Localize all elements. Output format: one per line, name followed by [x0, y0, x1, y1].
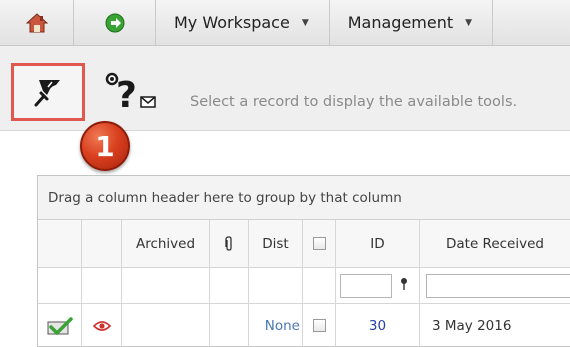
- column-header-id[interactable]: ID: [336, 220, 420, 267]
- dist-cell: None: [249, 304, 303, 347]
- menu-management[interactable]: Management ▼: [330, 0, 494, 45]
- tool-button-highlighted[interactable]: [11, 63, 85, 121]
- help-button[interactable]: ?: [103, 72, 159, 116]
- column-header-attachment[interactable]: [210, 220, 249, 267]
- top-nav-bar: My Workspace ▼ Management ▼: [0, 0, 570, 46]
- row-select-checkbox[interactable]: [312, 319, 326, 332]
- pin-tool-icon: [34, 80, 60, 107]
- chevron-down-icon: ▼: [301, 17, 309, 28]
- filter-pin-icon[interactable]: [400, 278, 408, 293]
- menu-label: My Workspace: [174, 13, 290, 32]
- filter-cell: [249, 268, 303, 303]
- column-header-status[interactable]: [38, 220, 82, 267]
- column-header-select[interactable]: [303, 220, 336, 267]
- paperclip-icon: [225, 235, 232, 251]
- view-cell: [82, 304, 122, 347]
- attachment-cell: [210, 304, 249, 347]
- table-row[interactable]: None 30 3 May 2016: [38, 304, 570, 347]
- group-by-panel[interactable]: Drag a column header here to group by th…: [38, 176, 570, 220]
- date-filter-input[interactable]: [426, 273, 570, 298]
- green-arrow-icon: [105, 13, 124, 32]
- go-button[interactable]: [74, 0, 156, 45]
- help-question-icon: ?: [105, 72, 156, 116]
- menu-my-workspace[interactable]: My Workspace ▼: [156, 0, 330, 45]
- home-icon: [25, 12, 48, 32]
- select-cell: [303, 304, 336, 347]
- column-header-archived[interactable]: Archived: [122, 220, 210, 267]
- chevron-down-icon: ▼: [465, 17, 473, 28]
- eye-icon[interactable]: [92, 320, 111, 332]
- id-cell: 30: [336, 304, 420, 347]
- column-header-dist[interactable]: Dist: [249, 220, 303, 267]
- toolbar: ? Select a record to display the availab…: [0, 46, 570, 131]
- filter-cell: [122, 268, 210, 303]
- archived-cell: [122, 304, 210, 347]
- filter-cell: [82, 268, 122, 303]
- grid-header-row: Archived Dist ID Date Received: [38, 220, 570, 268]
- column-header-view[interactable]: [82, 220, 122, 267]
- dist-link[interactable]: None: [265, 318, 300, 334]
- records-grid: Drag a column header here to group by th…: [37, 175, 570, 347]
- toolbar-message: Select a record to display the available…: [190, 94, 518, 110]
- column-header-date-received[interactable]: Date Received: [420, 220, 570, 267]
- approved-check-icon[interactable]: [47, 316, 73, 335]
- date-received-cell: 3 May 2016: [432, 317, 512, 334]
- filter-cell-date: [420, 268, 570, 303]
- filter-cell: [210, 268, 249, 303]
- id-filter-input[interactable]: [340, 273, 392, 298]
- filter-cell: [303, 268, 336, 303]
- svg-text:?: ?: [116, 75, 137, 112]
- nav-filler: [493, 0, 570, 45]
- status-cell: [38, 304, 82, 347]
- step-number-badge: 1: [80, 121, 130, 171]
- select-all-checkbox[interactable]: [312, 237, 326, 250]
- filter-cell-id: [336, 268, 420, 303]
- filter-cell: [38, 268, 82, 303]
- grid-filter-row: [38, 268, 570, 304]
- home-button[interactable]: [0, 0, 74, 45]
- menu-label: Management: [347, 13, 454, 32]
